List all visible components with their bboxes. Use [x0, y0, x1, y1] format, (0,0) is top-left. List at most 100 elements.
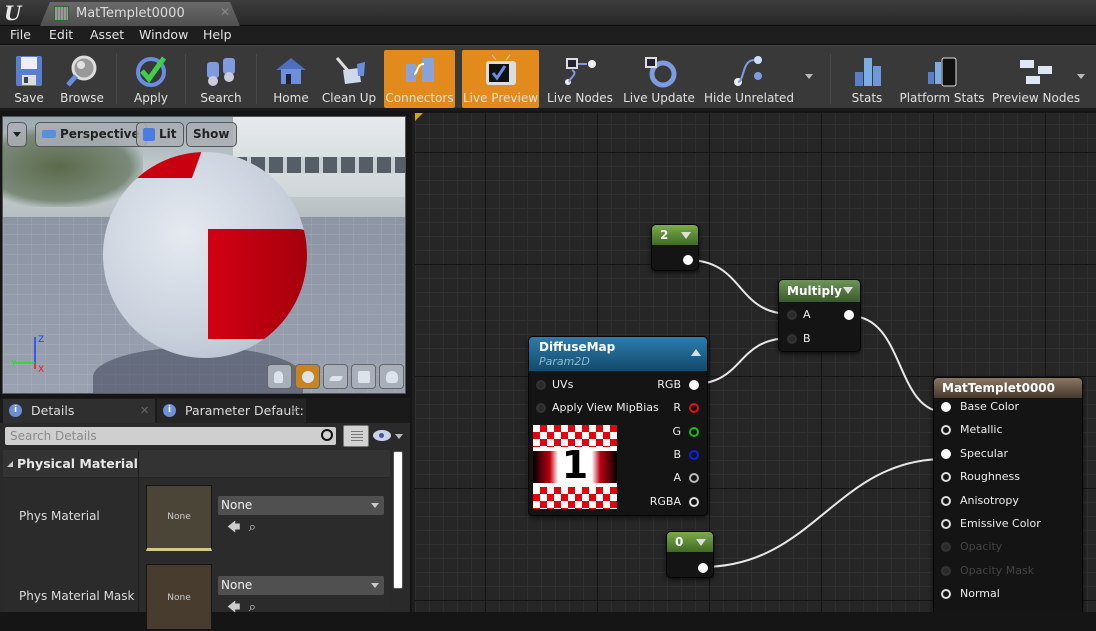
platform-stats-button[interactable]: Platform Stats [898, 50, 986, 108]
input-pin-b[interactable] [787, 334, 797, 344]
live-preview-button[interactable]: Live Preview [462, 50, 539, 108]
stats-button[interactable]: Stats [842, 50, 892, 108]
output-pin-rgb[interactable] [689, 380, 699, 390]
document-tab[interactable]: MatTemplet0000 ✕ [40, 2, 240, 26]
asset-thumbnail[interactable]: None [146, 564, 212, 630]
cube-preview-button[interactable] [351, 364, 376, 389]
menu-asset[interactable]: Asset [90, 27, 124, 42]
asset-picker-combo[interactable]: None [218, 576, 384, 595]
connectors-icon [405, 58, 434, 82]
info-icon: i [9, 404, 22, 417]
collapse-arrow-icon[interactable] [843, 287, 853, 294]
asset-thumbnail[interactable]: None [146, 485, 212, 551]
preview-nodes-button[interactable]: Preview Nodes [992, 50, 1080, 108]
input-pin-specular[interactable] [941, 448, 951, 459]
pin-label: B [803, 332, 811, 345]
search-button[interactable]: Search [194, 50, 248, 108]
cylinder-preview-button[interactable] [267, 364, 292, 389]
browse-button[interactable]: Browse [55, 50, 109, 108]
output-pin-rgba[interactable] [689, 497, 699, 507]
input-pin-mipbias[interactable] [536, 403, 546, 413]
category-physical-material[interactable]: Physical Material [3, 450, 390, 478]
show-button[interactable]: Show [186, 122, 237, 147]
live-nodes-button[interactable]: Live Nodes [546, 50, 614, 108]
sphere-preview-button[interactable] [295, 364, 320, 389]
pin-label: UVs [552, 378, 574, 391]
constant-node-0[interactable]: 0 [666, 531, 714, 578]
sphere-icon [302, 371, 314, 383]
live-nodes-label: Live Nodes [547, 91, 613, 105]
pin-label: Emissive Color [960, 517, 1041, 530]
viewport-options-button[interactable] [7, 122, 27, 147]
menu-window[interactable]: Window [139, 27, 188, 42]
more-options-dropdown[interactable] [805, 74, 813, 79]
input-pin-a[interactable] [787, 310, 797, 320]
use-selected-arrow-icon[interactable]: 🡄 [227, 520, 240, 535]
menu-file[interactable]: File [10, 27, 31, 42]
property-row: Phys Material Mask None None 🡄 ⌕ [3, 558, 390, 630]
output-pin-b[interactable] [689, 450, 699, 460]
material-preview-viewport[interactable]: Perspective Lit Show Z X Y [2, 116, 406, 394]
constant-node-2[interactable]: 2 [651, 224, 699, 271]
home-button[interactable]: Home [266, 50, 316, 108]
output-pin-r[interactable] [689, 403, 699, 413]
close-icon[interactable]: ✕ [220, 5, 230, 19]
live-update-button[interactable]: Live Update [622, 50, 696, 108]
toolbar: Save Browse Apply Search Home Clean Up C… [0, 45, 1096, 111]
asset-picker-combo[interactable]: None [218, 496, 384, 515]
connectors-button[interactable]: Connectors [384, 50, 455, 108]
plane-preview-button[interactable] [323, 364, 348, 389]
diffusemap-texture-node[interactable]: DiffuseMap Param2D UVs Apply View MipBia… [528, 336, 708, 516]
more-options-dropdown[interactable] [1077, 74, 1085, 79]
multiply-node[interactable]: Multiply A B [778, 279, 861, 352]
node-title: MatTemplet0000 [942, 381, 1055, 395]
details-scrollbar[interactable] [393, 451, 403, 589]
lit-button[interactable]: Lit [136, 122, 184, 147]
property-matrix-button[interactable] [343, 425, 369, 447]
input-pin-emissive-color[interactable] [941, 519, 951, 529]
collapse-arrow-icon[interactable] [696, 539, 706, 546]
details-panel: i Details ✕ i Parameter Default: ✕ Searc… [0, 398, 410, 630]
tab-parameter-defaults[interactable]: i Parameter Default: ✕ [157, 399, 306, 423]
apply-button[interactable]: Apply [125, 50, 177, 108]
menu-edit[interactable]: Edit [49, 27, 73, 42]
stats-label: Stats [851, 91, 883, 105]
input-pin-base-color[interactable] [941, 402, 951, 412]
live-update-icon [645, 57, 677, 88]
browse-search-icon[interactable]: ⌕ [249, 600, 256, 615]
teapot-preview-button[interactable] [379, 364, 404, 389]
collapse-up-icon[interactable] [691, 349, 701, 356]
save-button[interactable]: Save [4, 50, 54, 108]
connectors-label: Connectors [385, 91, 454, 105]
collapse-arrow-icon[interactable] [681, 232, 691, 239]
eye-icon[interactable] [373, 430, 391, 441]
home-icon [276, 58, 306, 84]
material-graph-canvas[interactable]: 2 Multiply A B DiffuseMap Param2D UVs Ap… [412, 113, 1096, 612]
output-pin[interactable] [683, 255, 693, 265]
use-selected-arrow-icon[interactable]: 🡄 [227, 600, 240, 615]
hide-unrelated-button[interactable]: Hide Unrelated [704, 50, 795, 108]
chevron-down-icon[interactable] [395, 434, 403, 439]
search-details-input[interactable]: Search Details [5, 427, 336, 445]
tab-details[interactable]: i Details ✕ [3, 399, 155, 423]
clean-up-button[interactable]: Clean Up [320, 50, 378, 108]
details-tab-bar: i Details ✕ i Parameter Default: ✕ [0, 398, 410, 423]
wire-0-to-specular [701, 458, 946, 568]
input-pin-uvs[interactable] [536, 380, 546, 390]
chevron-down-icon [371, 503, 379, 508]
tab-parameter-defaults-label: Parameter Default: [185, 403, 304, 418]
input-pin-anisotropy[interactable] [941, 495, 951, 506]
browse-search-icon[interactable]: ⌕ [249, 520, 256, 535]
hide-unrelated-label: Hide Unrelated [704, 91, 795, 105]
perspective-button[interactable]: Perspective [35, 122, 147, 147]
output-pin-g[interactable] [689, 427, 699, 437]
close-icon[interactable]: ✕ [290, 399, 299, 423]
output-pin-a[interactable] [689, 473, 699, 483]
perspective-label: Perspective [60, 127, 140, 141]
output-pin[interactable] [698, 563, 708, 573]
output-pin[interactable] [844, 310, 854, 320]
save-label: Save [14, 91, 44, 105]
menu-help[interactable]: Help [203, 27, 232, 42]
input-pin-opacity-mask[interactable] [941, 565, 951, 576]
close-icon[interactable]: ✕ [140, 399, 149, 423]
